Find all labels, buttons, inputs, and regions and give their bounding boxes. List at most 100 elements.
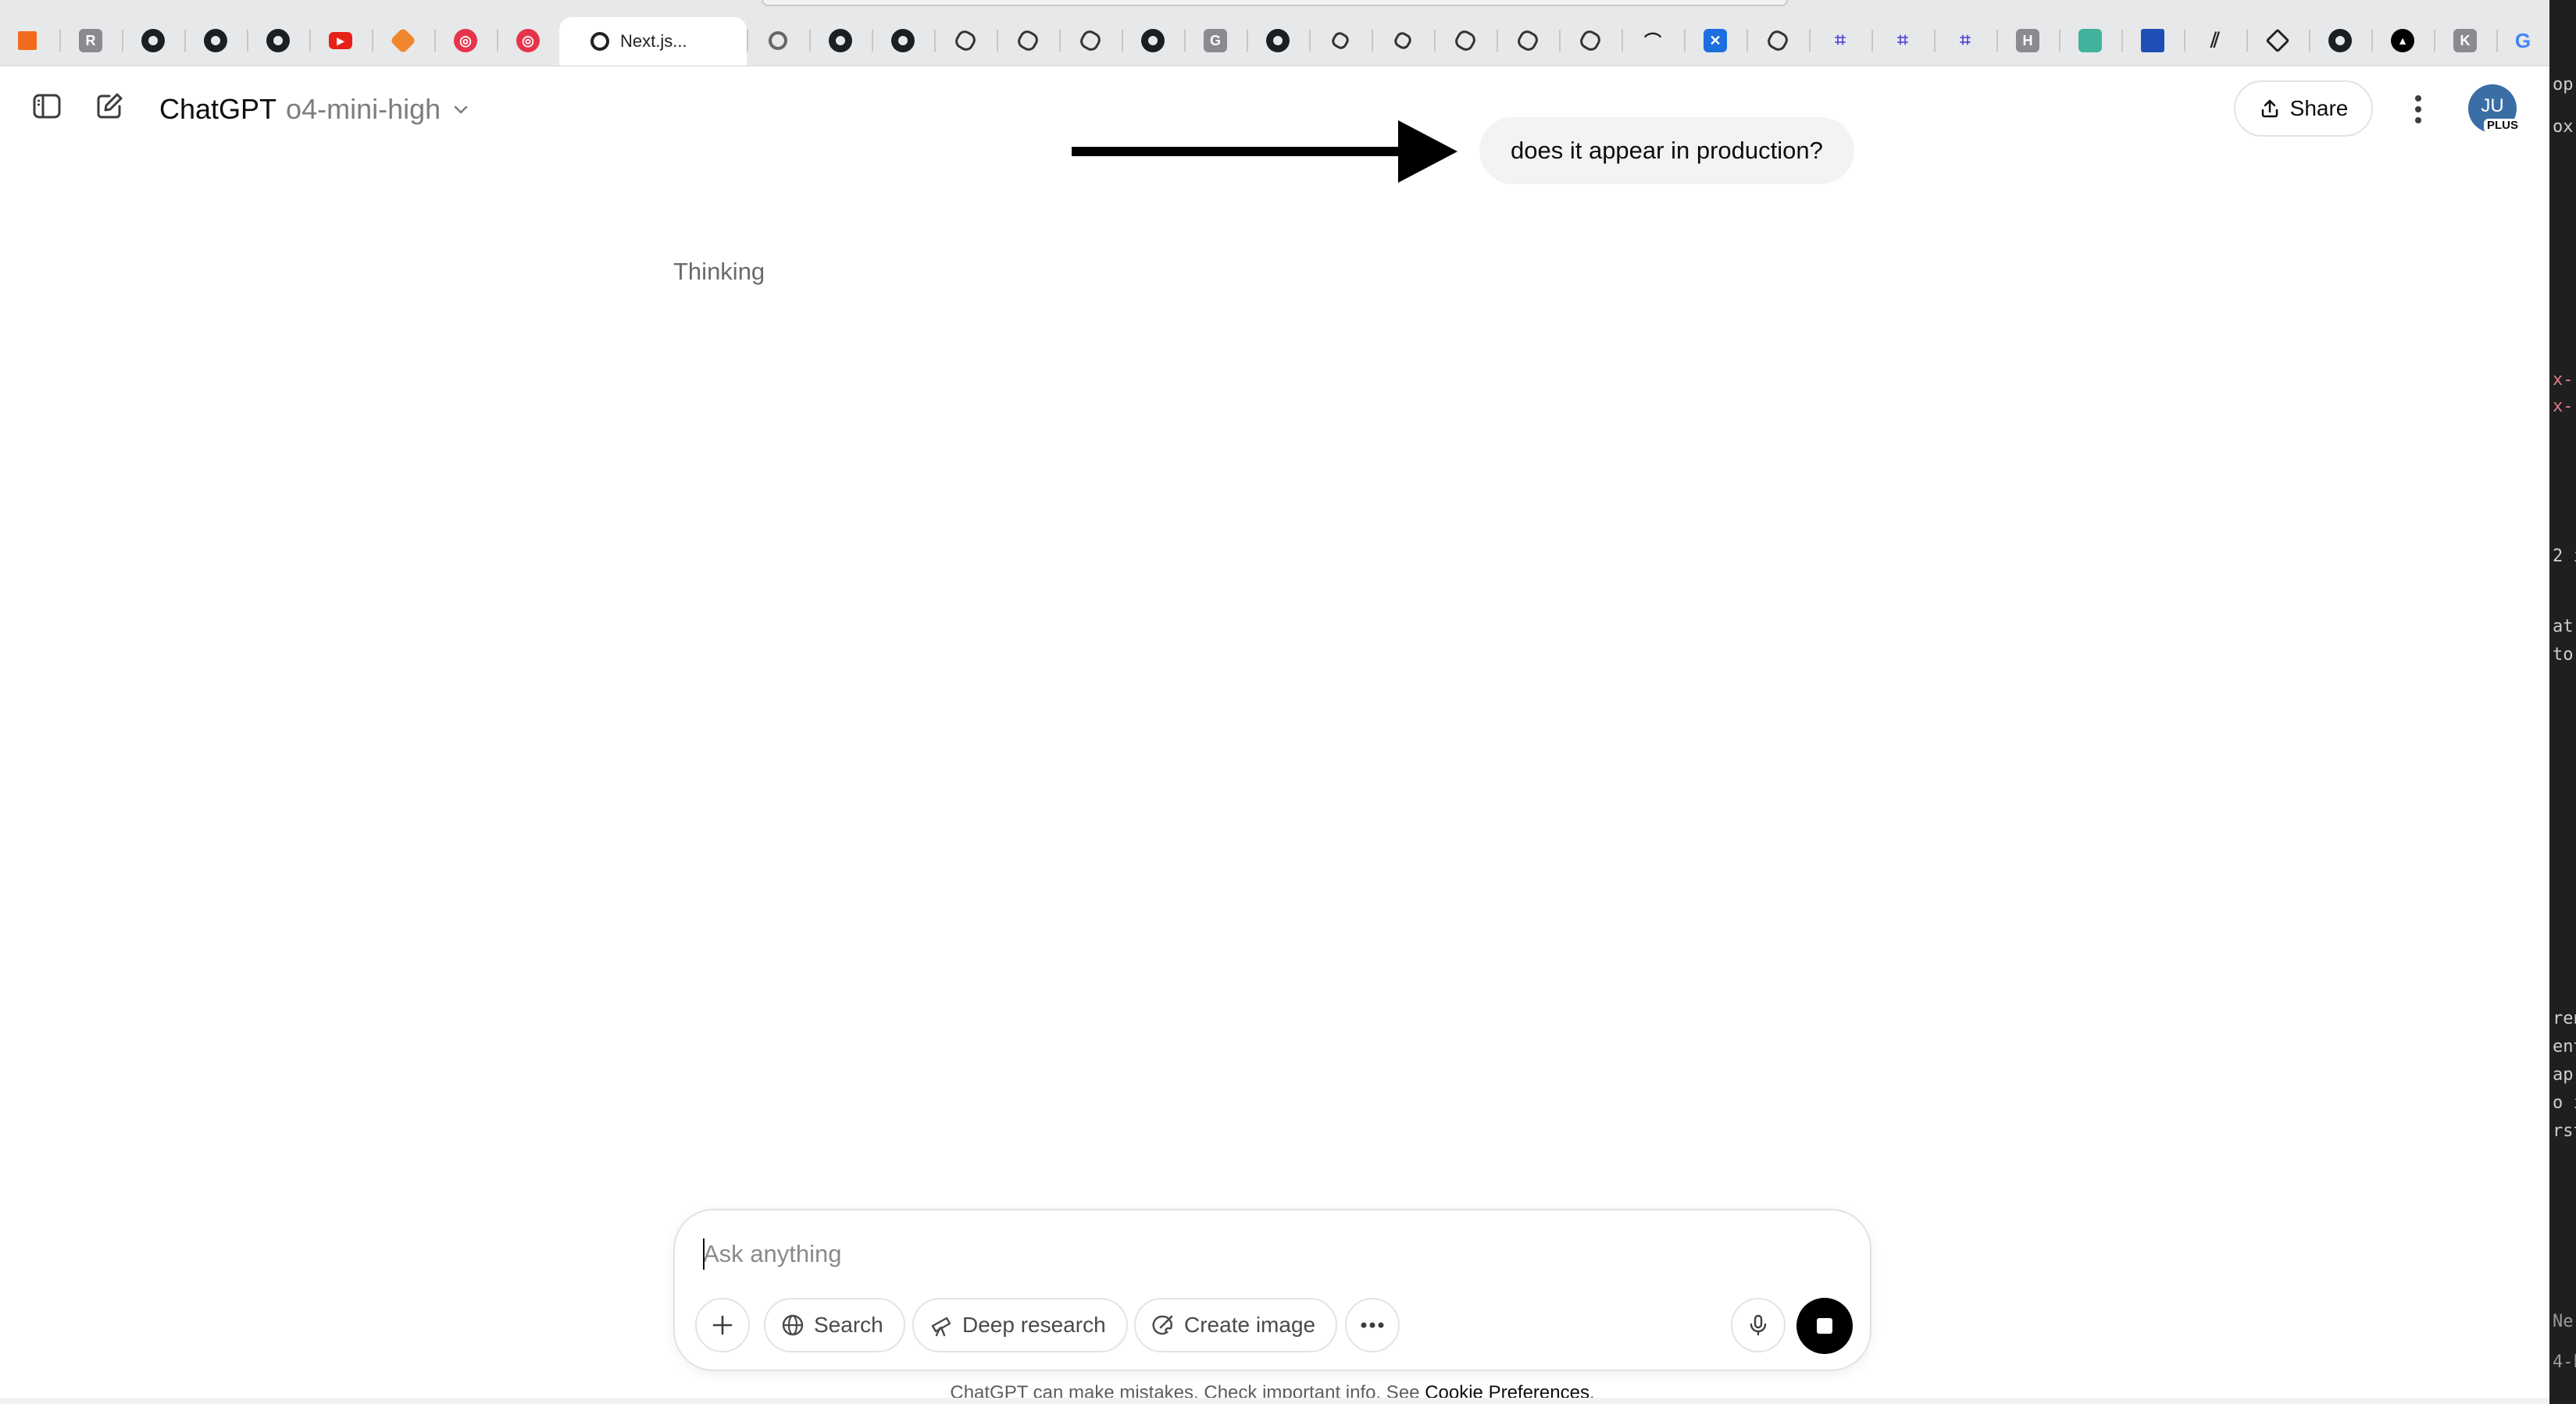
rainbow-icon: ⌒ [1643, 32, 1661, 52]
tab[interactable] [1559, 20, 1622, 61]
openai-icon [1515, 27, 1541, 54]
h-app-icon: H [2016, 29, 2039, 52]
tab[interactable] [1746, 20, 1809, 61]
globe-icon [782, 1314, 804, 1336]
tab[interactable] [1059, 20, 1122, 61]
tab[interactable]: ⌗ [1934, 20, 1996, 61]
brand-name: ChatGPT [159, 93, 277, 125]
youtube-icon: ▸ [329, 32, 352, 49]
user-message-bubble: does it appear in production? [1479, 117, 1854, 184]
tab[interactable] [184, 20, 247, 61]
create-image-button[interactable]: Create image [1134, 1298, 1338, 1352]
tab[interactable] [247, 20, 309, 61]
tab[interactable]: R [59, 20, 122, 61]
stop-generating-button[interactable] [1796, 1298, 1853, 1354]
stack-icon: ⫽ [2210, 28, 2220, 52]
microphone-icon [1750, 1314, 1767, 1336]
more-tools-button[interactable] [1345, 1298, 1400, 1352]
devtools-text: 4-b [2553, 1352, 2576, 1372]
tab[interactable] [1434, 20, 1497, 61]
plan-badge: PLUS [2484, 119, 2522, 133]
tab[interactable]: ⫽ [2184, 20, 2246, 61]
tab[interactable] [2246, 20, 2309, 61]
tab[interactable]: ▸ [309, 20, 372, 61]
tab[interactable]: ⌗ [1871, 20, 1934, 61]
tab[interactable]: ◎ [497, 20, 559, 61]
tab[interactable] [122, 20, 184, 61]
tab-active[interactable]: Next.js... [559, 17, 747, 66]
devtools-text: 2 i [2553, 547, 2576, 566]
tab[interactable] [934, 20, 997, 61]
tab[interactable] [1372, 20, 1434, 61]
openai-icon [1329, 30, 1351, 52]
devtools-panel-edge: op ox) x- x- 2 i at y tor ren ent ap) o … [2549, 0, 2576, 1404]
tab[interactable] [2121, 20, 2184, 61]
devtools-text: o in [2553, 1093, 2576, 1113]
tab[interactable]: ▲ [2371, 20, 2434, 61]
devtools-text: x- [2553, 397, 2574, 416]
dictate-button[interactable] [1731, 1298, 1786, 1352]
text-caret [703, 1238, 705, 1270]
tab[interactable] [372, 20, 434, 61]
tab[interactable] [1122, 20, 1184, 61]
search-tool-button[interactable]: Search [764, 1298, 905, 1352]
github-icon [204, 29, 227, 52]
share-button[interactable]: Share [2234, 80, 2373, 137]
assistant-thinking-status: Thinking [673, 258, 765, 285]
tab[interactable] [747, 20, 809, 61]
sidebar-toggle-button[interactable] [28, 87, 66, 125]
tab[interactable] [0, 20, 55, 61]
tab[interactable] [997, 20, 1059, 61]
r-app-icon: R [79, 29, 102, 52]
devtools-text: at y [2553, 617, 2576, 636]
composer: Search Deep research Create image [673, 1209, 1871, 1371]
page-bottom-edge [0, 1398, 2549, 1404]
tab[interactable]: G [1184, 20, 1247, 61]
github-icon [266, 29, 290, 52]
hashnode-icon: ⌗ [1835, 30, 1846, 51]
horizontal-dots-icon [1361, 1322, 1384, 1328]
github-icon [1266, 29, 1290, 52]
tab[interactable] [1247, 20, 1309, 61]
tab[interactable]: K [2434, 20, 2496, 61]
create-image-label: Create image [1184, 1313, 1316, 1337]
tab[interactable] [2309, 20, 2371, 61]
hashnode-icon: ⌗ [1897, 30, 1908, 51]
tab[interactable] [809, 20, 872, 61]
red-app-icon: ◎ [516, 29, 540, 52]
tab[interactable]: ⌗ [1809, 20, 1871, 61]
openai-icon [1577, 27, 1604, 54]
annotation-arrow-icon [1072, 120, 1457, 183]
tab[interactable] [872, 20, 934, 61]
sidebar-icon [33, 94, 61, 119]
tab[interactable] [2059, 20, 2121, 61]
g-app-icon: G [1204, 29, 1227, 52]
model-selector[interactable]: ChatGPT o4-mini-high [159, 91, 470, 128]
prompt-input[interactable] [703, 1232, 1796, 1276]
hashnode-icon: ⌗ [1960, 30, 1971, 51]
tab[interactable]: ✕ [1684, 20, 1746, 61]
vertical-dots-icon [2415, 95, 2421, 123]
tab[interactable] [1497, 20, 1559, 61]
attach-button[interactable] [695, 1298, 750, 1352]
github-icon [1141, 29, 1165, 52]
github-icon [891, 29, 915, 52]
openai-icon [1764, 27, 1791, 54]
deep-research-label: Deep research [962, 1313, 1106, 1337]
openai-icon [1015, 27, 1041, 54]
deep-research-button[interactable]: Deep research [912, 1298, 1128, 1352]
palette-brush-icon [1152, 1315, 1173, 1335]
more-options-button[interactable] [2399, 86, 2437, 133]
tab[interactable]: ◎ [434, 20, 497, 61]
devtools-text: x- [2553, 370, 2574, 390]
tab[interactable]: H [1996, 20, 2059, 61]
tab[interactable]: G [2496, 20, 2549, 61]
tab[interactable]: ⌒ [1622, 20, 1684, 61]
github-icon [141, 29, 165, 52]
devtools-text: ent [2553, 1037, 2576, 1057]
new-chat-button[interactable] [91, 87, 128, 125]
tab[interactable] [1309, 20, 1372, 61]
devtools-text: ap) [2553, 1065, 2576, 1085]
chevron-down-icon [454, 105, 468, 114]
openai-icon [1452, 27, 1479, 54]
